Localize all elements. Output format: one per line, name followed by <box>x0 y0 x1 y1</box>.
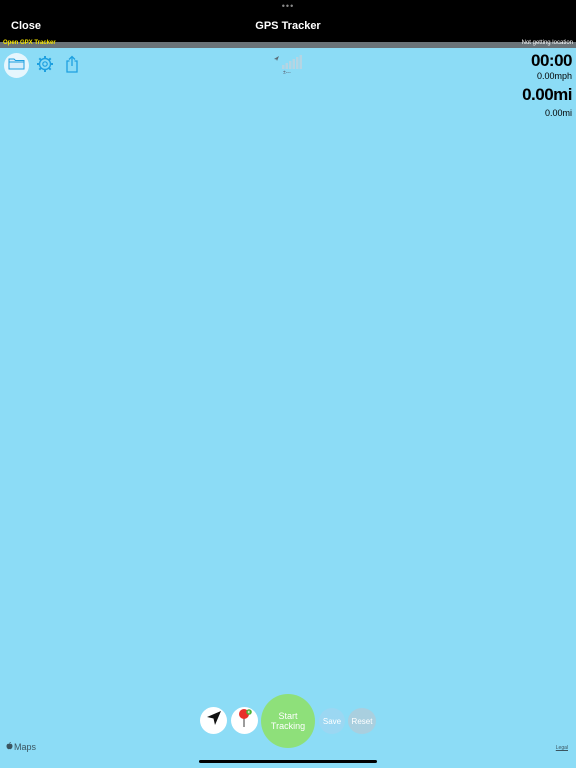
window-title: GPS Tracker <box>255 20 321 32</box>
maps-label: Maps <box>14 742 37 752</box>
start-label-line2: Tracking <box>270 721 306 731</box>
folder-button[interactable] <box>4 53 29 78</box>
share-icon <box>65 55 79 78</box>
segment-distance: 0.00mi <box>544 108 572 118</box>
status-strip <box>0 42 576 48</box>
start-tracking-button[interactable]: Start Tracking <box>261 694 315 748</box>
elapsed-timer: 00:00 <box>531 51 572 70</box>
stats-panel: 00:00 0.00mph 0.00mi 0.00mi <box>522 51 572 119</box>
save-button[interactable]: Save <box>319 708 345 734</box>
reset-button[interactable]: Reset <box>348 708 376 734</box>
start-label-line1: Start <box>278 711 298 721</box>
title-bar: ••• Close GPS Tracker <box>0 0 576 42</box>
current-speed: 0.00mph <box>536 71 572 81</box>
maps-attribution: Maps <box>6 741 37 752</box>
app-name-label: Open GPX Tracker <box>3 40 56 46</box>
legal-link[interactable]: Legal <box>556 745 568 751</box>
share-button[interactable] <box>62 55 82 77</box>
window-handle-dots[interactable]: ••• <box>0 1 576 11</box>
signal-accuracy: ±--- <box>283 70 291 76</box>
home-indicator[interactable] <box>199 760 377 763</box>
follow-user-button[interactable] <box>200 707 227 734</box>
settings-button[interactable] <box>35 55 55 77</box>
folder-icon <box>8 57 25 75</box>
gear-icon <box>36 55 54 78</box>
map-pin-icon <box>237 708 253 733</box>
location-status: Not getting location <box>521 40 573 46</box>
navigation-arrow-icon <box>206 710 222 731</box>
apple-logo-icon <box>6 741 13 752</box>
total-distance: 0.00mi <box>522 85 572 104</box>
add-pin-button[interactable] <box>231 707 258 734</box>
